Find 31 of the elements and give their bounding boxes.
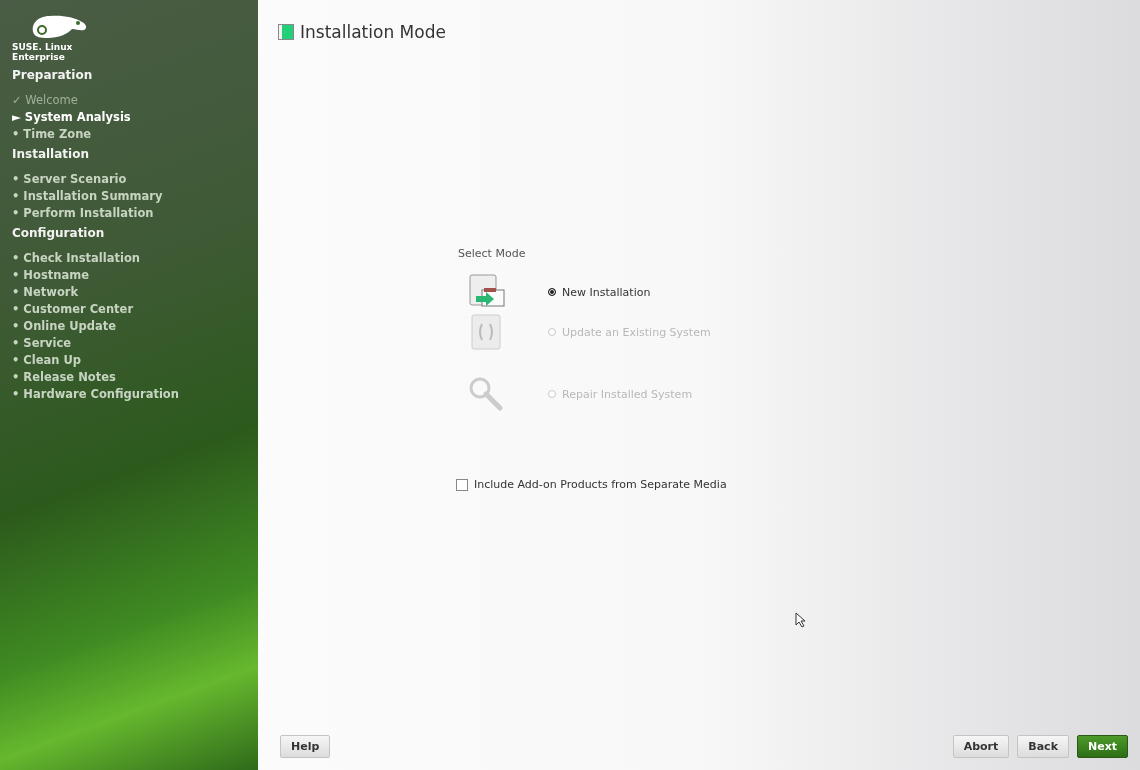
- wizard-button[interactable]: Back: [1017, 735, 1069, 758]
- step-item: • Server Scenario: [12, 171, 127, 188]
- help-button[interactable]: Help: [280, 735, 331, 758]
- section-heading: Installation: [12, 147, 90, 161]
- window-icon: [278, 24, 294, 40]
- installer-icon: [468, 274, 508, 310]
- step-item: • Customer Center: [12, 301, 134, 318]
- logo-text: SUSE. Linux: [12, 42, 74, 52]
- step-item: • Hostname: [12, 267, 89, 284]
- logo-text: Enterprise: [12, 52, 66, 62]
- wizard-button[interactable]: Abort: [952, 735, 1010, 758]
- step-item: ► System Analysis: [12, 109, 131, 126]
- step-item: • Hardware Configuration: [12, 386, 179, 403]
- step-item: ✓ Welcome: [12, 92, 78, 109]
- step-item: • Check Installation: [12, 250, 140, 267]
- step-item: • Release Notes: [12, 369, 116, 386]
- addon-checkbox[interactable]: Include Add-on Products from Separate Media: [456, 478, 727, 491]
- step-item: • Installation Summary: [12, 188, 163, 205]
- step-item: • Clean Up: [12, 352, 82, 369]
- group-label: Select Mode: [458, 247, 526, 260]
- step-item: • Perform Installation: [12, 205, 154, 222]
- step-item: • Service: [12, 335, 72, 352]
- step-item: • Time Zone: [12, 126, 92, 143]
- mouse-cursor-icon: [795, 612, 807, 628]
- section-heading: Preparation: [12, 68, 94, 82]
- step-item: • Online Update: [12, 318, 117, 335]
- step-item: • Network: [12, 284, 79, 301]
- page-title: Installation Mode: [300, 22, 446, 42]
- mode-radio[interactable]: New Installation: [548, 285, 651, 299]
- wizard-button[interactable]: Next: [1076, 735, 1128, 758]
- section-heading: Configuration: [12, 226, 106, 240]
